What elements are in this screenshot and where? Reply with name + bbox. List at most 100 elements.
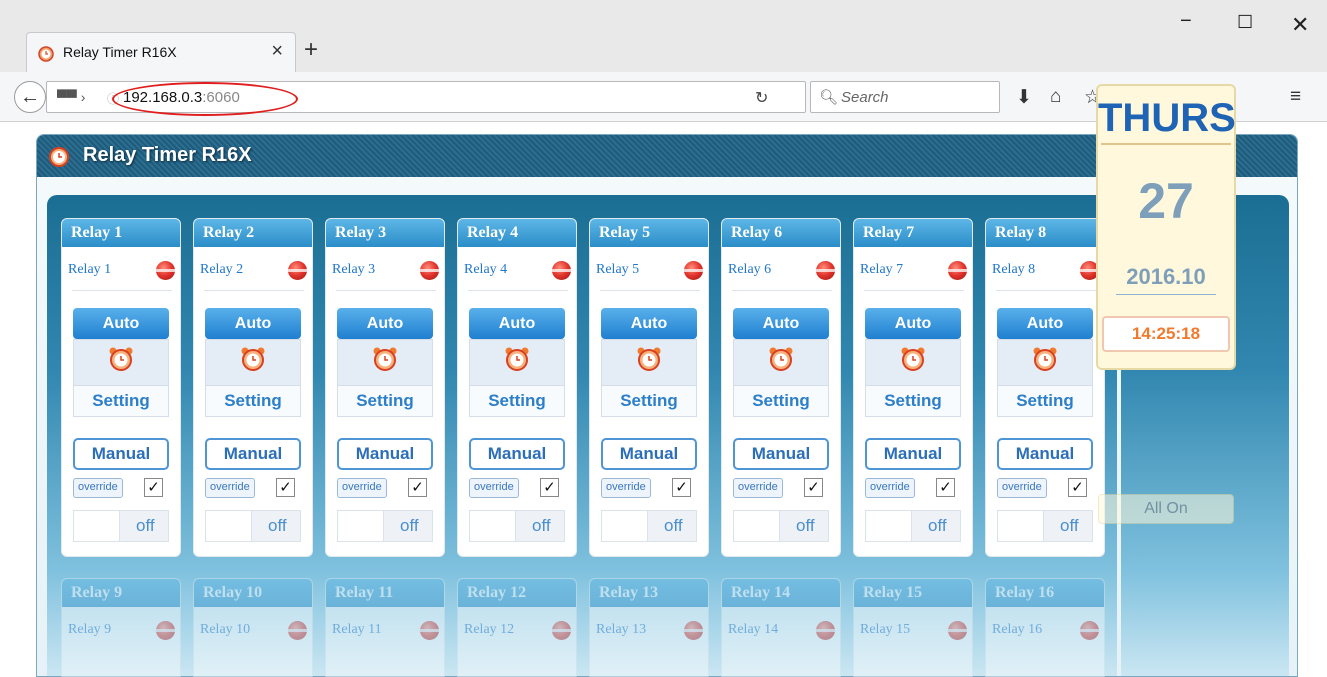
auto-button[interactable]: Auto: [865, 308, 961, 339]
relay-name: Relay 15: [860, 622, 911, 637]
override-checkbox[interactable]: ✓: [144, 478, 163, 497]
status-led-icon: [288, 261, 307, 280]
toggle-knob: [998, 511, 1044, 541]
on-off-toggle[interactable]: off: [997, 510, 1093, 542]
reload-icon[interactable]: ↻: [755, 88, 768, 108]
search-input[interactable]: 🔍︎ Search: [810, 81, 1000, 113]
manual-button[interactable]: Manual: [733, 438, 829, 470]
on-off-toggle[interactable]: off: [865, 510, 961, 542]
day-of-week: THURS: [1098, 96, 1236, 140]
relay-card: Relay 10 Relay 10: [193, 578, 313, 677]
manual-button[interactable]: Manual: [73, 438, 169, 470]
back-arrow-icon[interactable]: ←: [14, 81, 46, 113]
relay-card-header: Relay 8: [986, 219, 1104, 247]
auto-button[interactable]: Auto: [73, 308, 169, 339]
override-label: override: [205, 478, 255, 498]
relay-card-header: Relay 9: [62, 579, 180, 607]
setting-button[interactable]: Setting: [865, 385, 961, 417]
relay-name: Relay 16: [992, 622, 1043, 637]
relay-card: Relay 2 Relay 2 Auto Setting Manual override ✓…: [193, 218, 313, 557]
alarm-clock-icon: [49, 147, 69, 167]
divider: [336, 290, 436, 291]
setting-button[interactable]: Setting: [469, 385, 565, 417]
relay-name: Relay 7: [860, 262, 904, 277]
setting-button[interactable]: Setting: [73, 385, 169, 417]
auto-button[interactable]: Auto: [205, 308, 301, 339]
on-off-toggle[interactable]: off: [469, 510, 565, 542]
relay-name: Relay 13: [596, 622, 647, 637]
override-checkbox[interactable]: ✓: [672, 478, 691, 497]
relay-name: Relay 11: [332, 622, 382, 637]
relay-card: Relay 8 Relay 8 Auto Setting Manual override ✓…: [985, 218, 1105, 557]
on-off-toggle[interactable]: off: [601, 510, 697, 542]
override-checkbox[interactable]: ✓: [936, 478, 955, 497]
override-checkbox[interactable]: ✓: [408, 478, 427, 497]
divider: [732, 290, 832, 291]
divider: [864, 290, 964, 291]
maximize-button[interactable]: ☐: [1237, 12, 1253, 33]
relay-card: Relay 16 Relay 16: [985, 578, 1105, 677]
relay-card-header: Relay 10: [194, 579, 312, 607]
toggle-knob: [470, 511, 516, 541]
manual-button[interactable]: Manual: [469, 438, 565, 470]
toggle-state: off: [796, 516, 815, 535]
tab-close-icon[interactable]: ×: [271, 40, 283, 63]
override-checkbox[interactable]: ✓: [276, 478, 295, 497]
status-led-icon: [288, 621, 307, 640]
auto-button[interactable]: Auto: [337, 308, 433, 339]
close-window-button[interactable]: ✕: [1291, 12, 1309, 38]
auto-button[interactable]: Auto: [601, 308, 697, 339]
menu-icon[interactable]: ≡: [1290, 86, 1301, 108]
relay-card-header: Relay 1: [62, 219, 180, 247]
tab-relay-timer[interactable]: Relay Timer R16X ×: [26, 32, 296, 72]
on-off-toggle[interactable]: off: [733, 510, 829, 542]
setting-button[interactable]: Setting: [337, 385, 433, 417]
search-icon: 🔍︎: [819, 89, 839, 106]
alarm-clock-icon: [240, 346, 266, 372]
auto-button[interactable]: Auto: [733, 308, 829, 339]
auto-button[interactable]: Auto: [469, 308, 565, 339]
manual-button[interactable]: Manual: [205, 438, 301, 470]
new-tab-button[interactable]: +: [304, 36, 318, 64]
manual-button[interactable]: Manual: [997, 438, 1093, 470]
on-off-toggle[interactable]: off: [205, 510, 301, 542]
override-checkbox[interactable]: ✓: [540, 478, 559, 497]
override-checkbox[interactable]: ✓: [1068, 478, 1087, 497]
divider: [468, 290, 568, 291]
tab-title: Relay Timer R16X: [63, 44, 177, 60]
override-checkbox[interactable]: ✓: [804, 478, 823, 497]
site-identity-icon[interactable]: ▀▀ ›: [57, 89, 85, 105]
alarm-clock-icon: [768, 346, 794, 372]
relay-card-header: Relay 3: [326, 219, 444, 247]
on-off-toggle[interactable]: off: [73, 510, 169, 542]
status-led-icon: [948, 261, 967, 280]
manual-button[interactable]: Manual: [865, 438, 961, 470]
status-led-icon: [1080, 621, 1099, 640]
relay-card: Relay 15 Relay 15: [853, 578, 973, 677]
relay-card: Relay 6 Relay 6 Auto Setting Manual override ✓…: [721, 218, 841, 557]
toggle-state: off: [136, 516, 155, 535]
divider: [72, 290, 172, 291]
setting-button[interactable]: Setting: [601, 385, 697, 417]
divider: [204, 290, 304, 291]
auto-button[interactable]: Auto: [997, 308, 1093, 339]
minimize-button[interactable]: −: [1180, 10, 1192, 33]
on-off-toggle[interactable]: off: [337, 510, 433, 542]
relay-card-header: Relay 2: [194, 219, 312, 247]
setting-button[interactable]: Setting: [997, 385, 1093, 417]
relay-card-header: Relay 4: [458, 219, 576, 247]
current-time: 14:25:18: [1102, 316, 1230, 352]
setting-button[interactable]: Setting: [733, 385, 829, 417]
relay-card: Relay 13 Relay 13: [589, 578, 709, 677]
all-on-button[interactable]: All On: [1098, 494, 1234, 524]
setting-button[interactable]: Setting: [205, 385, 301, 417]
download-icon[interactable]: ⬇: [1016, 86, 1032, 109]
manual-button[interactable]: Manual: [601, 438, 697, 470]
alarm-clock-icon: [900, 346, 926, 372]
manual-button[interactable]: Manual: [337, 438, 433, 470]
toggle-state: off: [1060, 516, 1079, 535]
relay-card-header: Relay 16: [986, 579, 1104, 607]
home-icon[interactable]: ⌂: [1050, 86, 1061, 108]
status-led-icon: [420, 261, 439, 280]
relay-card-header: Relay 14: [722, 579, 840, 607]
